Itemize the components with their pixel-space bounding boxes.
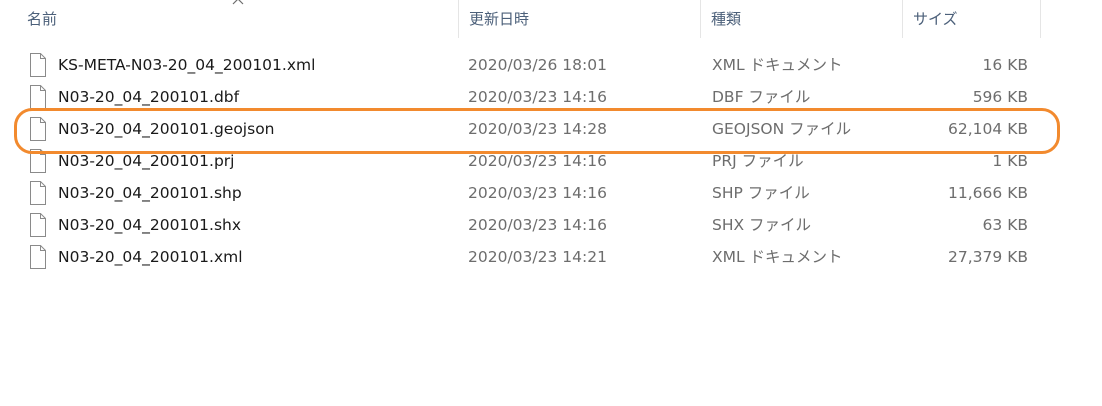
file-type: DBF ファイル bbox=[712, 88, 811, 106]
file-row-highlighted[interactable]: N03-20_04_200101.geojson 2020/03/23 14:2… bbox=[22, 113, 1038, 145]
file-icon bbox=[30, 149, 46, 173]
file-date: 2020/03/23 14:16 bbox=[468, 216, 607, 234]
column-divider[interactable] bbox=[458, 0, 459, 38]
file-date: 2020/03/23 14:16 bbox=[468, 184, 607, 202]
file-row[interactable]: KS-META-N03-20_04_200101.xml 2020/03/26 … bbox=[22, 49, 1038, 81]
column-header-date[interactable]: 更新日時 bbox=[460, 0, 700, 38]
chevron-up-icon bbox=[232, 0, 244, 5]
file-date: 2020/03/23 14:28 bbox=[468, 120, 607, 138]
file-type: PRJ ファイル bbox=[712, 152, 804, 170]
file-size: 1 KB bbox=[992, 152, 1028, 170]
column-divider[interactable] bbox=[700, 0, 701, 38]
column-divider[interactable] bbox=[902, 0, 903, 38]
file-icon bbox=[30, 245, 46, 269]
file-date: 2020/03/23 14:16 bbox=[468, 152, 607, 170]
file-name: N03-20_04_200101.shx bbox=[58, 216, 242, 234]
file-type: GEOJSON ファイル bbox=[712, 120, 852, 138]
file-name: N03-20_04_200101.shp bbox=[58, 184, 242, 202]
file-icon bbox=[30, 117, 46, 141]
column-header-type[interactable]: 種類 bbox=[702, 0, 902, 38]
file-type: XML ドキュメント bbox=[712, 248, 843, 266]
file-type: SHP ファイル bbox=[712, 184, 810, 202]
file-size: 27,379 KB bbox=[948, 248, 1028, 266]
file-date: 2020/03/26 18:01 bbox=[468, 56, 607, 74]
column-header-bar: 名前 更新日時 種類 サイズ bbox=[0, 0, 1102, 38]
file-row[interactable]: N03-20_04_200101.xml 2020/03/23 14:21 XM… bbox=[22, 241, 1038, 273]
file-name: N03-20_04_200101.dbf bbox=[58, 88, 240, 106]
file-row[interactable]: N03-20_04_200101.prj 2020/03/23 14:16 PR… bbox=[22, 145, 1038, 177]
file-row[interactable]: N03-20_04_200101.shx 2020/03/23 14:16 SH… bbox=[22, 209, 1038, 241]
file-size: 16 KB bbox=[982, 56, 1028, 74]
file-name: N03-20_04_200101.prj bbox=[58, 152, 235, 170]
file-icon bbox=[30, 213, 46, 237]
file-icon bbox=[30, 53, 46, 77]
file-row[interactable]: N03-20_04_200101.shp 2020/03/23 14:16 SH… bbox=[22, 177, 1038, 209]
column-divider[interactable] bbox=[1040, 0, 1041, 38]
file-size: 62,104 KB bbox=[948, 120, 1028, 138]
file-type: XML ドキュメント bbox=[712, 56, 843, 74]
file-size: 11,666 KB bbox=[948, 184, 1028, 202]
file-date: 2020/03/23 14:21 bbox=[468, 248, 607, 266]
file-name: N03-20_04_200101.xml bbox=[58, 248, 243, 266]
file-size: 63 KB bbox=[982, 216, 1028, 234]
file-name: N03-20_04_200101.geojson bbox=[58, 120, 275, 138]
file-type: SHX ファイル bbox=[712, 216, 812, 234]
file-date: 2020/03/23 14:16 bbox=[468, 88, 607, 106]
file-row[interactable]: N03-20_04_200101.dbf 2020/03/23 14:16 DB… bbox=[22, 81, 1038, 113]
file-icon bbox=[30, 181, 46, 205]
column-header-size[interactable]: サイズ bbox=[904, 0, 1040, 38]
file-size: 596 KB bbox=[972, 88, 1028, 106]
file-icon bbox=[30, 85, 46, 109]
file-name: KS-META-N03-20_04_200101.xml bbox=[58, 56, 316, 74]
